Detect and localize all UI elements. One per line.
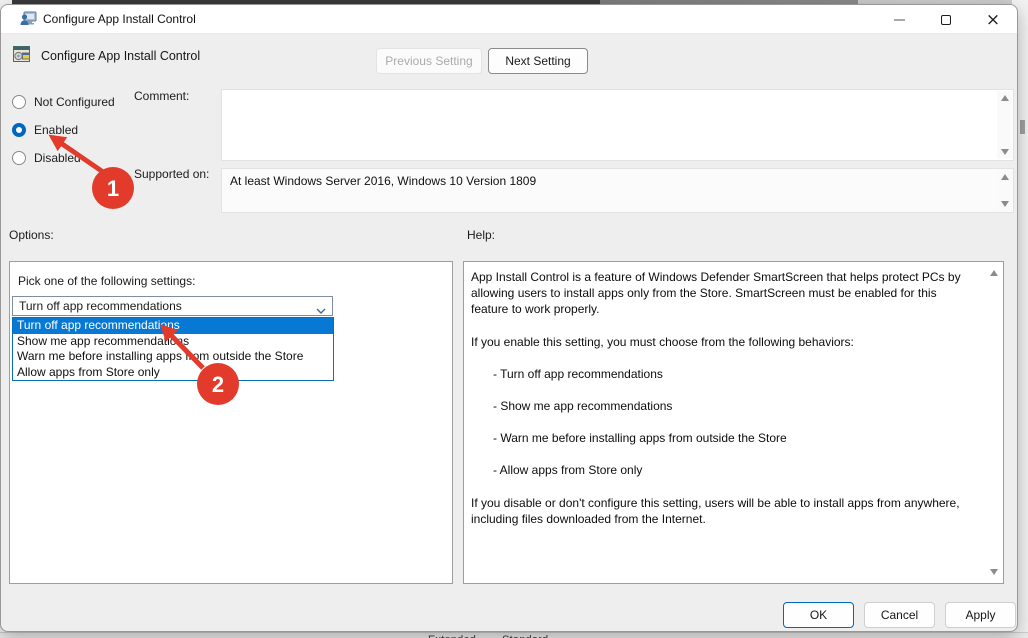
help-paragraph: If you enable this setting, you must cho… <box>471 334 976 350</box>
next-setting-button[interactable]: Next Setting <box>488 48 588 74</box>
cancel-button[interactable]: Cancel <box>864 602 935 628</box>
scroll-up-icon[interactable] <box>990 270 998 276</box>
group-policy-app-icon <box>20 11 37 30</box>
options-section-label: Options: <box>9 228 54 242</box>
comment-label: Comment: <box>134 89 189 103</box>
help-behavior-item: - Warn me before installing apps from ou… <box>471 430 976 446</box>
scroll-up-icon[interactable] <box>1001 95 1009 101</box>
scroll-down-icon[interactable] <box>1001 201 1009 207</box>
window-title: Configure App Install Control <box>43 12 196 26</box>
background-window-bottom-edge: Extended Standard <box>0 632 1028 638</box>
picker-label: Pick one of the following settings: <box>18 274 195 288</box>
radio-enabled[interactable]: Enabled <box>12 122 78 138</box>
scroll-up-icon[interactable] <box>1001 174 1009 180</box>
help-behavior-item: - Show me app recommendations <box>471 398 976 414</box>
background-window-fragment <box>1020 120 1025 134</box>
help-behavior-item: - Turn off app recommendations <box>471 366 976 382</box>
policy-setting-icon <box>13 46 31 66</box>
help-text: App Install Control is a feature of Wind… <box>471 269 976 543</box>
configure-app-install-control-dialog: Configure App Install Control × Configur… <box>0 4 1018 632</box>
ok-button[interactable]: OK <box>783 602 854 628</box>
help-paragraph: App Install Control is a feature of Wind… <box>471 269 976 318</box>
options-panel: Pick one of the following settings: Turn… <box>9 261 453 584</box>
tab-standard: Standard <box>502 634 548 638</box>
dropdown-option-turn-off[interactable]: Turn off app recommendations <box>13 318 333 334</box>
supported-scrollbar[interactable] <box>997 170 1012 211</box>
dropdown-list: Turn off app recommendations Show me app… <box>12 317 334 381</box>
background-tabs: Extended Standard <box>428 634 574 638</box>
comment-textarea[interactable] <box>221 89 1014 161</box>
scroll-down-icon[interactable] <box>990 569 998 575</box>
dropdown-option-show-me[interactable]: Show me app recommendations <box>13 334 333 350</box>
setting-title: Configure App Install Control <box>41 49 200 63</box>
dropdown-option-warn-me[interactable]: Warn me before installing apps from outs… <box>13 349 333 365</box>
apply-button[interactable]: Apply <box>945 602 1016 628</box>
window-controls: × <box>889 9 1003 31</box>
radio-disabled[interactable]: Disabled <box>12 150 81 166</box>
scroll-down-icon[interactable] <box>1001 149 1009 155</box>
radio-icon <box>12 151 26 165</box>
close-button[interactable]: × <box>983 10 1003 30</box>
supported-on-value: At least Windows Server 2016, Windows 10… <box>230 174 536 188</box>
supported-on-box: At least Windows Server 2016, Windows 10… <box>221 168 1014 213</box>
previous-setting-button[interactable]: Previous Setting <box>376 48 482 74</box>
comment-scrollbar[interactable] <box>997 91 1012 159</box>
radio-label: Disabled <box>34 151 81 165</box>
help-panel: App Install Control is a feature of Wind… <box>463 261 1004 584</box>
titlebar: Configure App Install Control × <box>1 5 1017 34</box>
radio-icon <box>12 95 26 109</box>
close-icon: × <box>986 15 1000 25</box>
dropdown-option-store-only[interactable]: Allow apps from Store only <box>13 365 333 381</box>
maximize-icon <box>941 15 951 25</box>
dropdown-value: Turn off app recommendations <box>19 299 182 313</box>
radio-icon <box>12 123 26 137</box>
settings-dropdown[interactable]: Turn off app recommendations <box>12 296 333 316</box>
supported-on-label: Supported on: <box>134 167 209 181</box>
minimize-icon <box>894 19 905 21</box>
minimize-button[interactable] <box>889 10 909 30</box>
radio-label: Not Configured <box>34 95 115 109</box>
radio-not-configured[interactable]: Not Configured <box>12 94 115 110</box>
tab-extended: Extended <box>428 634 476 638</box>
maximize-button[interactable] <box>936 10 956 30</box>
help-scrollbar[interactable] <box>986 264 1001 581</box>
help-paragraph: If you disable or don't configure this s… <box>471 495 976 527</box>
chevron-down-icon <box>316 303 326 317</box>
help-behavior-item: - Allow apps from Store only <box>471 462 976 478</box>
radio-label: Enabled <box>34 123 78 137</box>
help-section-label: Help: <box>467 228 495 242</box>
